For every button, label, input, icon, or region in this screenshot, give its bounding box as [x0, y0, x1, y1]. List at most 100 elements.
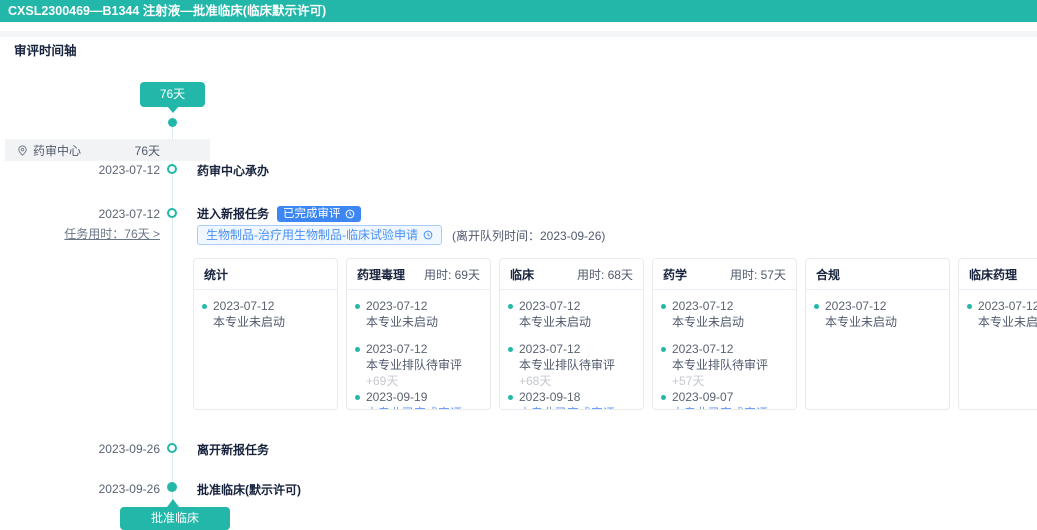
- card-compliance: 合规 2023-07-12 本专业未启动: [805, 258, 950, 410]
- status-entry: 2023-07-12 本专业排队待审评: [661, 342, 788, 372]
- status-entry: 2023-07-12 本专业未启动: [508, 299, 635, 329]
- card-body: 2023-07-12 本专业未启动 2023-07-12 本专业排队待审评 +6…: [500, 290, 643, 409]
- event-title: 离开新报任务: [197, 441, 269, 458]
- entry-date-line: 2023-07-12: [355, 299, 482, 313]
- card-header: 临床 用时: 68天: [500, 259, 643, 290]
- event-date: 2023-09-26: [98, 442, 160, 456]
- entry-date-line: 2023-09-18: [508, 390, 635, 404]
- entry-date: 2023-09-07: [672, 390, 734, 404]
- timeline-end-dot: [167, 482, 177, 492]
- page-title: CXSL2300469—B1344 注射液—批准临床(临床默示许可): [8, 4, 327, 18]
- entry-date: 2023-07-12: [978, 299, 1037, 313]
- bullet-icon: [508, 303, 513, 309]
- entry-date-line: 2023-07-12: [508, 342, 635, 356]
- bullet-icon: [661, 303, 666, 309]
- status-entry: 2023-07-12 本专业排队待审评: [355, 342, 482, 372]
- status-entry: 2023-09-19 本专业已完成审评: [355, 390, 482, 409]
- entry-status: 本专业未启动: [978, 315, 1037, 329]
- entry-date: 2023-07-12: [366, 299, 428, 313]
- window-title-bar: CXSL2300469—B1344 注射液—批准临床(临床默示许可): [0, 0, 1037, 22]
- card-clinical: 临床 用时: 68天 2023-07-12 本专业未启动 2023-07-12 …: [499, 258, 644, 410]
- entry-date-line: 2023-07-12: [967, 299, 1037, 313]
- review-center-days: 76天: [134, 143, 160, 158]
- event-title: 药审中心承办: [197, 162, 269, 179]
- card-title: 药学: [663, 268, 688, 282]
- queue-days-note: +69天: [366, 374, 399, 388]
- card-title: 合规: [816, 268, 841, 282]
- card-pharmacology-toxicology: 药理毒理 用时: 69天 2023-07-12 本专业未启动 2023-07-1…: [346, 258, 491, 410]
- approval-badge-label: 批准临床: [150, 511, 199, 525]
- queue-days-note: +68天: [519, 374, 552, 388]
- timeline-node-circle: [167, 208, 177, 218]
- review-center-row: 药审中心 76天: [5, 139, 210, 161]
- entry-status-link[interactable]: 本专业已完成审评: [366, 406, 482, 409]
- card-duration: 用时: 68天: [576, 268, 633, 282]
- bullet-icon: [814, 303, 819, 309]
- location-pin-icon: [17, 144, 28, 156]
- approval-badge: 批准临床: [120, 507, 230, 530]
- entry-date-line: 2023-07-12: [661, 299, 788, 313]
- status-entry: 2023-07-12 本专业未启动: [967, 299, 1037, 329]
- card-body: 2023-07-12 本专业未启动: [959, 290, 1037, 329]
- entry-status: 本专业排队待审评: [366, 358, 463, 372]
- bullet-icon: [661, 346, 666, 352]
- bullet-icon: [355, 346, 360, 352]
- queue-leave-time-note: (离开队列时间：2023-09-26): [452, 228, 606, 243]
- status-entry: 2023-07-12 本专业未启动: [202, 299, 329, 329]
- event-date: 2023-09-26: [98, 482, 160, 496]
- entry-date: 2023-07-12: [519, 342, 581, 356]
- timeline-start-dot: [168, 118, 177, 127]
- card-body: 2023-07-12 本专业未启动 2023-07-12 本专业排队待审评 +6…: [347, 290, 490, 409]
- card-header: 药理毒理 用时: 69天: [347, 259, 490, 290]
- entry-date-line: 2023-09-07: [661, 390, 788, 404]
- approval-badge-arrow: [167, 499, 179, 507]
- event-title: 批准临床(默示许可): [197, 481, 301, 498]
- status-entry: 2023-07-12 本专业未启动: [661, 299, 788, 329]
- event-title-text: 药审中心承办: [197, 164, 270, 178]
- total-days-label: 76天: [159, 87, 186, 101]
- review-complete-badge-label: 已完成审评: [283, 207, 341, 220]
- status-entry: 2023-09-07 本专业已完成审评: [661, 390, 788, 409]
- card-title: 统计: [204, 268, 229, 282]
- entry-status-link[interactable]: 本专业已完成审评: [519, 406, 635, 409]
- clock-icon: [345, 209, 355, 219]
- event-date: 2023-07-12: [98, 163, 160, 177]
- review-complete-badge[interactable]: 已完成审评: [277, 205, 361, 222]
- card-title: 药理毒理: [357, 268, 406, 282]
- card-title: 临床药理: [969, 268, 1018, 282]
- bullet-icon: [508, 394, 513, 400]
- status-entry: 2023-09-18 本专业已完成审评: [508, 390, 635, 409]
- entry-date-line: 2023-07-12: [661, 342, 788, 356]
- event-title-text: 离开新报任务: [197, 443, 270, 457]
- bullet-icon: [967, 303, 972, 309]
- entry-date: 2023-07-12: [672, 342, 734, 356]
- entry-date: 2023-09-19: [366, 390, 428, 404]
- card-body: 2023-07-12 本专业未启动: [194, 290, 337, 329]
- card-header: 临床药理: [959, 259, 1037, 290]
- entry-status: 本专业未启动: [672, 315, 745, 329]
- event-date: 2023-07-12: [98, 207, 160, 221]
- event-title-text: 进入新报任务: [197, 207, 270, 221]
- card-clinical-pharmacology: 临床药理 2023-07-12 本专业未启动: [958, 258, 1037, 410]
- application-type-tag[interactable]: 生物制品-治疗用生物制品-临床试验申请: [197, 225, 442, 245]
- entry-date: 2023-07-12: [825, 299, 887, 313]
- bullet-icon: [202, 303, 207, 309]
- timeline-node-circle: [167, 443, 177, 453]
- queue-days-note: +57天: [672, 374, 705, 388]
- entry-date: 2023-09-18: [519, 390, 581, 404]
- card-header: 统计: [194, 259, 337, 290]
- specialty-cards-row: 统计 2023-07-12 本专业未启动 药理毒理 用时: 69天 2023-0…: [193, 258, 1037, 410]
- entry-status: 本专业排队待审评: [672, 358, 769, 372]
- entry-date-line: 2023-07-12: [202, 299, 329, 313]
- timeline-node-circle: [167, 164, 177, 174]
- card-body: 2023-07-12 本专业未启动 2023-07-12 本专业排队待审评 +5…: [653, 290, 796, 409]
- task-duration-link[interactable]: 任务用时：76天 >: [20, 225, 160, 242]
- card-duration: 用时: 69天: [423, 268, 480, 282]
- entry-status: 本专业未启动: [825, 315, 898, 329]
- bullet-icon: [355, 303, 360, 309]
- status-entry: 2023-07-12 本专业排队待审评: [508, 342, 635, 372]
- card-statistics: 统计 2023-07-12 本专业未启动: [193, 258, 338, 410]
- entry-status-link[interactable]: 本专业已完成审评: [672, 406, 788, 409]
- entry-date: 2023-07-12: [672, 299, 734, 313]
- card-duration: 用时: 57天: [729, 268, 786, 282]
